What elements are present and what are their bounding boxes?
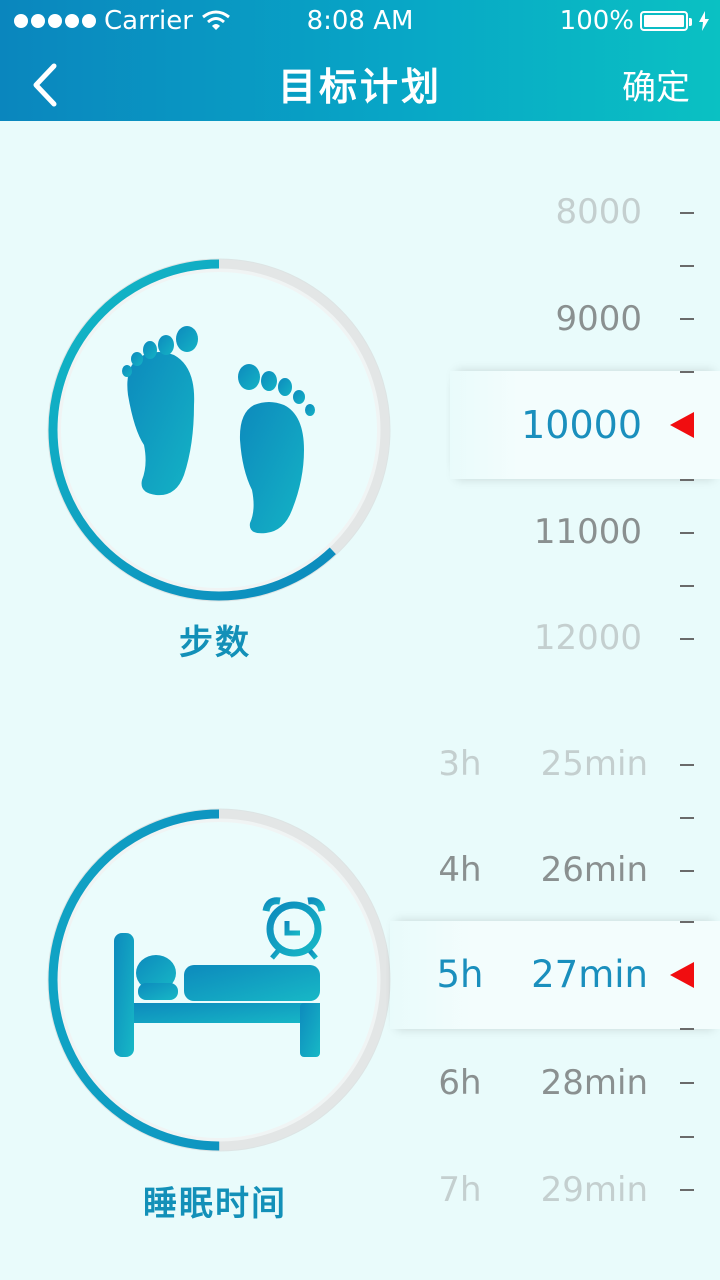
steps-option[interactable]: 11000 — [390, 479, 720, 585]
charging-icon — [699, 11, 709, 31]
tick-mark — [680, 318, 694, 320]
sleep-hours-value: 4h — [438, 850, 482, 890]
steps-option-selected[interactable]: 10000 — [390, 372, 720, 478]
app-header: Carrier 8:08 AM 100% 目标计划 确定 — [0, 0, 720, 121]
tick-mark — [680, 817, 694, 819]
steps-option[interactable]: 8000 — [390, 159, 720, 265]
sleep-hours-value: 5h — [436, 953, 484, 996]
tick-mark — [680, 764, 694, 766]
tick-mark — [680, 479, 694, 481]
sleep-option[interactable]: 6h 28min — [390, 1030, 720, 1136]
tick-mark — [680, 870, 694, 872]
tick-mark — [680, 1082, 694, 1084]
tick-mark — [680, 1189, 694, 1191]
tick-mark — [680, 532, 694, 534]
steps-option-value: 11000 — [533, 512, 642, 552]
battery-percent: 100% — [559, 6, 634, 36]
tick-mark — [680, 371, 694, 373]
sleep-minutes-value: 25min — [540, 744, 648, 784]
status-bar: Carrier 8:08 AM 100% — [0, 0, 720, 44]
steps-label: 步数 — [179, 623, 251, 663]
sleep-option[interactable]: 7h 29min — [390, 1137, 720, 1243]
steps-option-value: 9000 — [555, 299, 642, 339]
steps-option-value: 12000 — [533, 618, 642, 658]
battery-group: 100% — [560, 6, 710, 36]
steps-option-value: 8000 — [555, 192, 642, 232]
steps-option-value: 10000 — [521, 403, 642, 447]
sleep-minutes-value: 27min — [531, 953, 648, 996]
battery-icon — [640, 11, 692, 31]
steps-option[interactable]: 9000 — [390, 266, 720, 372]
sleep-minutes-value: 29min — [540, 1170, 648, 1210]
tick-mark — [680, 1136, 694, 1138]
sleep-option-selected[interactable]: 5h 27min — [390, 922, 720, 1028]
tick-mark — [680, 265, 694, 267]
sleep-option[interactable]: 3h 25min — [390, 711, 720, 817]
tick-mark — [680, 921, 694, 923]
sleep-hours-value: 7h — [438, 1170, 482, 1210]
bed-alarm-icon — [114, 897, 326, 1057]
sleep-hours-value: 6h — [438, 1063, 482, 1103]
sleep-minutes-value: 28min — [540, 1063, 648, 1103]
tick-mark — [680, 1028, 694, 1030]
sleep-label: 睡眠时间 — [143, 1184, 287, 1224]
tick-mark — [680, 585, 694, 587]
page-title: 目标计划 — [277, 65, 442, 109]
sleep-option[interactable]: 4h 26min — [390, 817, 720, 923]
sleep-hours-value: 3h — [438, 744, 482, 784]
footprints-icon — [122, 326, 315, 534]
steps-option[interactable]: 12000 — [390, 585, 720, 691]
steps-progress-ring — [44, 255, 394, 605]
sleep-progress-ring — [44, 805, 394, 1155]
tick-mark — [680, 212, 694, 214]
tick-mark — [680, 638, 694, 640]
confirm-button[interactable]: 确定 — [622, 60, 690, 109]
sleep-minutes-value: 26min — [540, 850, 648, 890]
